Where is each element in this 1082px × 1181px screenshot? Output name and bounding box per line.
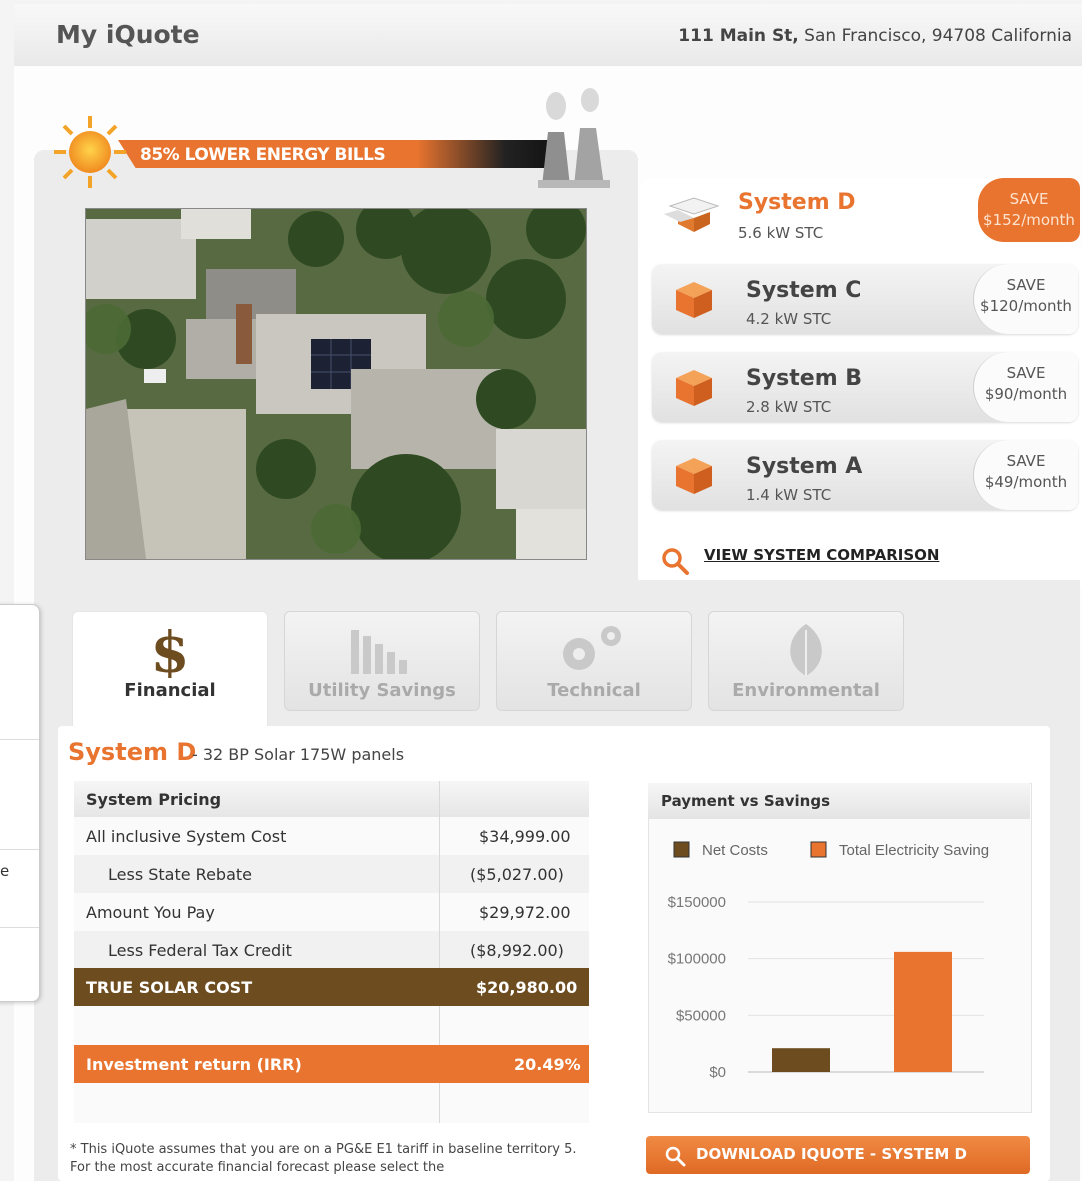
true-solar-cost-label: TRUE SOLAR COST [86, 978, 253, 997]
side-popup-text: e [0, 862, 10, 880]
chart-plot: Net Costs Total Electricity Saving $0 $5000… [668, 841, 989, 1081]
box-icon [676, 370, 712, 406]
system-name: System B [746, 366, 863, 391]
irr-value: 20.49% [514, 1055, 581, 1074]
footnote-text: * This iQuote assumes that you are on a … [70, 1142, 577, 1175]
pricing-header-label: System Pricing [86, 790, 222, 809]
legend-swatch [673, 841, 690, 858]
y-tick-label: $50000 [676, 1007, 726, 1024]
tab-technical[interactable]: Technical [496, 611, 692, 711]
system-name: System A [746, 454, 863, 479]
system-b-card[interactable]: System B 2.8 kW STC SAVE $90/month [652, 352, 1078, 422]
header-bar: My iQuote 111 Main St, San Francisco, 94… [14, 4, 1082, 67]
view-system-comparison-link[interactable]: VIEW SYSTEM COMPARISON [704, 546, 939, 564]
system-a-card[interactable]: System A 1.4 kW STC SAVE $49/month [652, 440, 1078, 510]
address-text: 111 Main St, San Francisco, 94708 Califo… [678, 26, 1072, 46]
y-tick-label: $0 [709, 1064, 726, 1081]
open-box-icon [664, 197, 720, 232]
system-kw: 2.8 kW STC [746, 398, 832, 416]
tab-label: Environmental [732, 680, 880, 701]
system-name: System D [738, 190, 856, 215]
power-plant-icon [538, 88, 610, 188]
legend-swatch [810, 841, 827, 858]
box-icon [676, 282, 712, 318]
detail-subtitle: - 32 BP Solar 175W panels [192, 745, 405, 764]
system-c-card[interactable]: System C 4.2 kW STC SAVE $120/month [652, 264, 1078, 334]
legend-label: Net Costs [702, 842, 768, 859]
savings-badge: SAVE $120/month [973, 264, 1078, 334]
row-value: ($5,027.00) [470, 865, 564, 884]
true-solar-cost-value: $20,980.00 [476, 978, 578, 997]
sun-icon [54, 116, 126, 188]
dollar-icon: $ [151, 620, 190, 678]
y-tick-label: $100000 [668, 951, 726, 968]
tab-label: Utility Savings [308, 680, 456, 701]
side-popup [0, 604, 40, 1002]
system-kw: 4.2 kW STC [746, 310, 832, 328]
row-value: $29,972.00 [479, 903, 571, 922]
row-value: ($8,992.00) [470, 941, 564, 960]
magnifier-icon [662, 548, 689, 575]
detail-system-name: System D [68, 738, 197, 766]
leaf-icon [790, 624, 822, 676]
irr-label: Investment return (IRR) [86, 1055, 302, 1074]
svg-text:$: $ [151, 620, 190, 678]
chart-title: Payment vs Savings [661, 792, 831, 810]
bar-total-electricity-saving [894, 951, 952, 1072]
page-title: My iQuote [56, 20, 200, 49]
box-icon [676, 458, 712, 494]
aerial-house-photo [85, 208, 587, 560]
download-iquote-label: DOWNLOAD IQUOTE - SYSTEM D [696, 1145, 967, 1163]
system-name: System C [746, 278, 862, 303]
y-tick-label: $150000 [668, 894, 726, 911]
savings-badge: SAVE $90/month [973, 352, 1078, 422]
bar-net-costs [772, 1048, 830, 1072]
savings-badge: SAVE $49/month [973, 440, 1078, 510]
tab-label: Financial [124, 680, 216, 701]
row-value: $34,999.00 [479, 827, 571, 846]
system-d-card-active[interactable]: System D 5.6 kW STC SAVE $152/month [640, 178, 1080, 248]
system-kw: 5.6 kW STC [738, 224, 824, 242]
tab-utility-savings[interactable]: Utility Savings [284, 611, 480, 711]
tab-label: Technical [547, 680, 641, 701]
savings-banner-text: 85% LOWER ENERGY BILLS [140, 145, 386, 165]
tab-environmental[interactable]: Environmental [708, 611, 904, 711]
system-kw: 1.4 kW STC [746, 486, 832, 504]
magnifier-icon [665, 1146, 686, 1167]
legend-label: Total Electricity Saving [839, 842, 989, 859]
tab-financial[interactable]: $ Financial [72, 611, 268, 732]
bar-chart-icon [351, 630, 407, 674]
gears-icon [563, 626, 621, 670]
savings-badge: SAVE $152/month [978, 178, 1080, 242]
